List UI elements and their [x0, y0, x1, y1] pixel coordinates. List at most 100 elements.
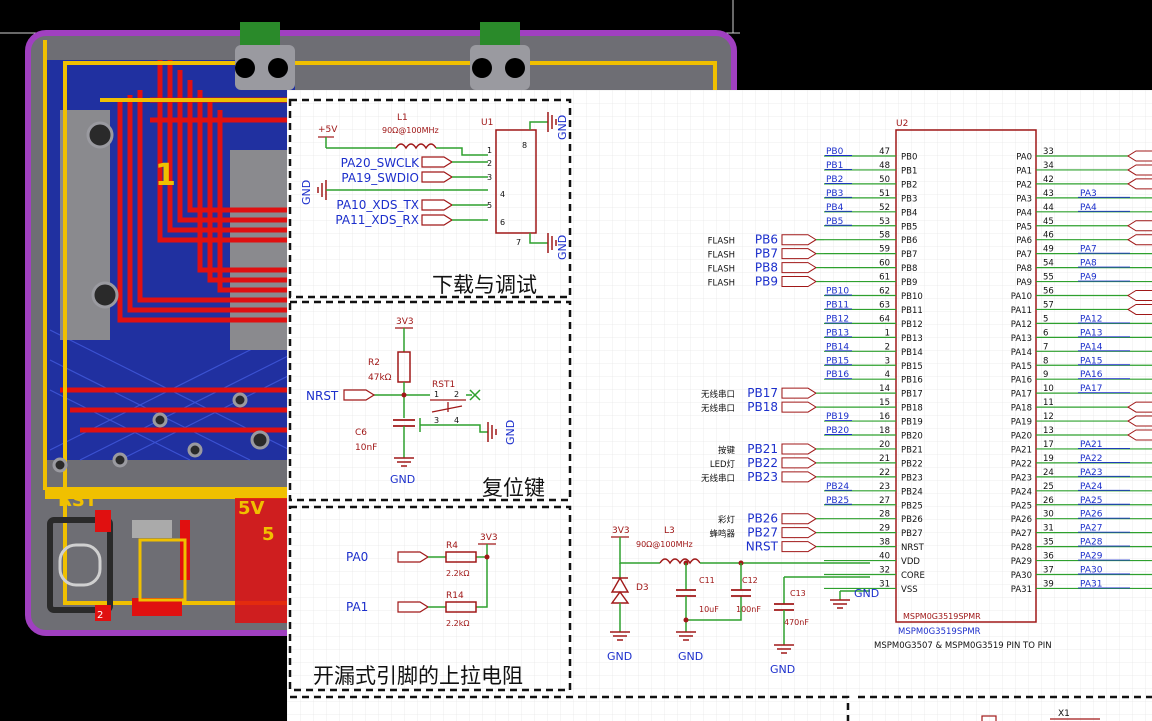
- net-port-flag: [781, 457, 817, 469]
- mcu-pin-number: 19: [1043, 454, 1054, 464]
- mcu-pin-number: 12: [1043, 412, 1054, 422]
- debug-title: 下载与调试: [432, 273, 537, 297]
- mcu-pin-number: 10: [1043, 384, 1054, 394]
- mcu-pin-name: PB11: [901, 306, 923, 316]
- mcu-pin-number: 33: [1043, 147, 1054, 157]
- mcu-pin-name: PA17: [1011, 390, 1032, 400]
- mcu-pin-name: PB15: [901, 362, 923, 372]
- pcb-silk-rst: RST: [58, 490, 98, 511]
- mcu-pin-name: PB7: [901, 250, 917, 260]
- net-port-flag: [781, 401, 817, 413]
- mcu-pin-number: 8: [1043, 356, 1048, 366]
- sw-pin-3: 3: [434, 416, 439, 425]
- mcu-pin-name: PB25: [901, 501, 923, 511]
- mcu-pin-number: 23: [879, 482, 890, 492]
- mcu-pin-name: PB13: [901, 334, 923, 344]
- net-port-label: PB18: [747, 400, 778, 414]
- mcu-pin-name: PB8: [901, 264, 917, 274]
- net-port-label: PB6: [755, 233, 778, 247]
- sw-pin-1: 1: [434, 390, 439, 399]
- crystal-x1-ref: X1: [1058, 709, 1070, 719]
- mcu-pin-name: PA28: [1011, 543, 1032, 553]
- net-description: FLASH: [708, 265, 735, 275]
- mcu-pin-name: PA7: [1016, 250, 1032, 260]
- mcu-pin-number: 53: [879, 217, 890, 227]
- mcu-pin-name: PA3: [1016, 194, 1032, 204]
- mcu-pin-number: 51: [879, 189, 890, 199]
- inductor-l3-ref: L3: [664, 526, 675, 536]
- schematic-view[interactable]: 下载与调试 +5V L1 90Ω@100MHz U1 1 2 3 4 5 6 8…: [287, 90, 1152, 721]
- net-port-flag: [781, 527, 817, 539]
- mcu-pin-number: 16: [879, 412, 890, 422]
- mcu-pin-number: 57: [1043, 300, 1054, 310]
- power-gnd-3: GND: [770, 663, 795, 676]
- mcu-pin-number: 58: [879, 231, 890, 241]
- mcu-pin-number: 32: [879, 566, 890, 576]
- reset-gnd-right: GND: [504, 420, 517, 445]
- mcu-pin-number: 15: [879, 398, 890, 408]
- mcu-pin-name: PA22: [1011, 459, 1032, 469]
- resistor-r4-ref: R4: [446, 541, 458, 551]
- capacitor-c6-ref: C6: [355, 428, 367, 438]
- mcu-pin-name: PA31: [1011, 585, 1032, 595]
- mcu-pin-number: 48: [879, 161, 890, 171]
- u1-pin-7: 7: [516, 238, 521, 247]
- mcu-pin-number: 60: [879, 259, 890, 269]
- mcu-pin-number: 31: [879, 579, 890, 589]
- sw-pin-2: 2: [454, 390, 459, 399]
- capacitor-c13-ref: C13: [790, 589, 806, 598]
- power-vcc-label: 3V3: [612, 526, 630, 536]
- capacitor-c11-value: 10uF: [699, 605, 719, 614]
- net-description: LED灯: [710, 459, 736, 470]
- mcu-pin-name: PB4: [901, 208, 917, 218]
- mcu-pin-number: 29: [879, 524, 890, 534]
- mcu-pin-name: PB9: [901, 278, 917, 288]
- mcu-pin-number: 28: [879, 510, 890, 520]
- mcu-pin-number: 14: [879, 384, 890, 394]
- net-description: FLASH: [708, 279, 735, 289]
- mcu-pin-name: PA4: [1016, 208, 1032, 218]
- mcu-pin-name: PB17: [901, 390, 923, 400]
- mcu-pin-number: 6: [1043, 328, 1048, 338]
- mcu-pin-name: PB26: [901, 515, 923, 525]
- mcu-pin-name: PA18: [1011, 404, 1032, 414]
- u1-pin-1: 1: [487, 146, 492, 155]
- resistor-r14-value: 2.2kΩ: [446, 619, 469, 628]
- mcu-pin-name: VSS: [901, 585, 918, 595]
- mcu-pin-name: PB0: [901, 153, 917, 163]
- mcu-pin-number: 64: [879, 314, 890, 324]
- mcu-pin-name: PA20: [1011, 432, 1032, 442]
- resistor-r4-value: 2.2kΩ: [446, 569, 469, 578]
- inductor-l3-value: 90Ω@100MHz: [636, 540, 693, 549]
- capacitor-c6-value: 10nF: [355, 443, 377, 453]
- net-port-label: PB27: [747, 526, 778, 540]
- mcu-pin-name: PB3: [901, 194, 917, 204]
- mcu-pin-number: 34: [1043, 161, 1054, 171]
- u1-pin-8: 8: [522, 141, 527, 150]
- net-pa20-swclk: PA20_SWCLK: [341, 156, 420, 170]
- mcu-pin-name: PA27: [1011, 529, 1032, 539]
- power-5v-label: +5V: [318, 125, 338, 135]
- net-port-flag: [781, 262, 817, 274]
- net-description: 无线串口: [701, 403, 735, 414]
- mcu-pin-name: PB23: [901, 473, 923, 483]
- mcu-pin-name: PA1: [1016, 166, 1032, 176]
- mcu-pin-number: 39: [1043, 579, 1054, 589]
- mcu-pin-name: PB18: [901, 404, 923, 414]
- capacitor-c13-value: 470nF: [784, 618, 809, 627]
- net-port-label: PB21: [747, 442, 778, 456]
- mcu-pin-name: PB10: [901, 292, 923, 302]
- mcu-pin-number: 56: [1043, 287, 1054, 297]
- mcu-pin-name: PA10: [1011, 292, 1032, 302]
- mcu-pin-number: 30: [1043, 510, 1054, 520]
- mcu-pin-name: PA30: [1011, 571, 1032, 581]
- mcu-part-outer: MSPM0G3519SPMR: [898, 627, 981, 637]
- mcu-pin-name: PA5: [1016, 222, 1032, 232]
- mcu-pin-number: 11: [1043, 398, 1054, 408]
- mcu-pin-number: 61: [879, 273, 890, 283]
- pcb-silk-5v: 5V: [238, 498, 265, 519]
- mcu-pin-number: 3: [885, 356, 890, 366]
- power-gnd-1: GND: [607, 650, 632, 663]
- mcu-pin-number: 59: [879, 245, 890, 255]
- net-port-flag: [781, 471, 817, 483]
